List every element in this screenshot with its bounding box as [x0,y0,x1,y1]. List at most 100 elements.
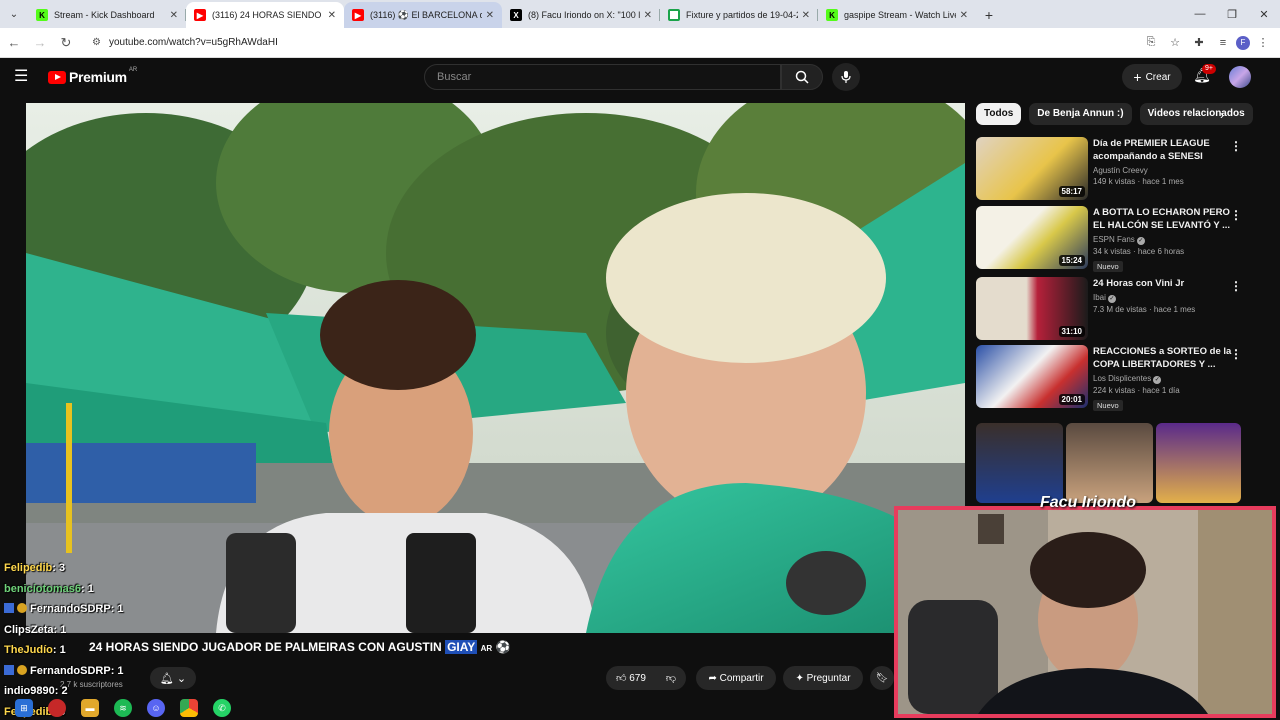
video-thumbnail[interactable]: 15:24 [976,206,1088,269]
back-icon[interactable]: ← [2,31,26,55]
voice-search-button[interactable] [832,63,860,91]
video-title[interactable]: 24 Horas con Vini Jr [1093,277,1233,290]
chat-message: FernandoSDRP: 1 [4,599,244,620]
close-tab-icon[interactable]: ✕ [328,10,336,21]
more-options-icon[interactable]: ⋮ [1230,347,1242,361]
video-title[interactable]: Día de PREMIER LEAGUE acompañando a SENE… [1093,137,1233,163]
app-icon[interactable] [48,699,66,717]
create-label: Crear [1145,71,1171,83]
ask-button[interactable]: ✦ Preguntar [783,666,863,690]
search-input[interactable]: Buscar [424,64,781,90]
create-button[interactable]: + Crear [1122,64,1182,90]
video-duration: 31:10 [1058,326,1085,337]
notifications-button[interactable]: 🔔︎ 9+ [1192,64,1216,87]
youtube-header: ☰ Premium AR Buscar + Crear 🔔︎ 9+ [0,58,1280,96]
chip-related[interactable]: Videos relacionados [1139,103,1253,125]
verified-icon: ✓ [1107,295,1116,303]
shorts-row [976,423,1244,503]
channel-name[interactable]: Ibai ✓ [1093,293,1233,303]
chrome-icon[interactable] [180,699,198,717]
browser-tab[interactable]: Fixture y partidos de 19-04-202 ✕ [660,2,818,28]
close-tab-icon[interactable]: ✕ [802,10,810,21]
file-explorer-icon[interactable]: ▬ [81,699,99,717]
more-options-icon[interactable]: ⋮ [1230,279,1242,293]
restore-icon[interactable]: ❐ [1216,0,1248,28]
forward-icon[interactable]: → [28,31,52,55]
browser-tab[interactable]: K Stream - Kick Dashboard ✕ [28,2,186,28]
chat-message: TheJudío: 1 [4,640,244,661]
tab-search-icon[interactable]: ⌄ [0,0,28,28]
close-tab-icon[interactable]: ✕ [644,10,652,21]
browser-tab[interactable]: X (8) Facu Iriondo on X: "100 like ✕ [502,2,660,28]
video-thumbnail[interactable]: 31:10 [976,277,1088,340]
discord-icon[interactable]: ☺ [147,699,165,717]
video-meta: 224 k vistas · hace 1 día [1093,386,1180,395]
more-options-icon[interactable]: ⋮ [1230,139,1242,153]
browser-tab[interactable]: ▶ (3116) ⚽ El BARCELONA de G ✕ [344,2,502,28]
close-tab-icon[interactable]: ✕ [486,10,494,21]
close-tab-icon[interactable]: ✕ [170,10,178,21]
recommendation-item[interactable]: 15:24 A BOTTA LO ECHARON PERO EL HALCÓN … [976,206,1246,272]
channel-name[interactable]: Agustín Creevy [1093,166,1233,175]
windows-start-icon[interactable]: ⊞ [15,699,33,717]
browser-tab-active[interactable]: ▶ (3116) 24 HORAS SIENDO JUGA ✕ [186,2,344,28]
recommendation-item[interactable]: 20:01 REACCIONES a SORTEO de la COPA LIB… [976,345,1246,411]
install-app-icon[interactable]: ⎘ [1140,32,1162,54]
menu-hamburger-icon[interactable]: ☰ [14,68,32,86]
age: hace 1 día [1142,386,1180,395]
more-options-icon[interactable]: ⋮ [1230,208,1242,222]
recommendation-item[interactable]: 58:17 Día de PREMIER LEAGUE acompañando … [976,137,1246,201]
short-thumbnail[interactable] [976,423,1063,503]
whatsapp-icon[interactable]: ✆ [213,699,231,717]
chevron-right-icon[interactable]: › [1220,108,1224,122]
short-thumbnail[interactable] [1066,423,1153,503]
site-info-icon[interactable]: ⚙ [92,37,101,48]
verified-icon: ✓ [1153,376,1162,384]
video-player[interactable] [26,103,965,633]
browser-menu-icon[interactable]: ⋮ [1252,32,1274,54]
share-button[interactable]: ➦ Compartir [696,666,776,690]
close-window-icon[interactable]: ✕ [1248,0,1280,28]
browser-tab[interactable]: K gaspipe Stream - Watch Live on ✕ [818,2,976,28]
chip-all[interactable]: Todos [976,103,1022,125]
channel-name[interactable]: Los Displicentes ✓ [1093,374,1233,384]
tab-title: gaspipe Stream - Watch Live on [844,10,956,20]
bookmark-star-icon[interactable]: ☆ [1164,32,1186,54]
video-title[interactable]: REACCIONES a SORTEO de la COPA LIBERTADO… [1093,345,1233,371]
extensions-icon[interactable]: ✚ [1188,32,1210,54]
moderator-badge-icon [4,664,14,675]
chat-text: : 1 [110,603,124,615]
youtube-logo[interactable]: Premium AR [48,67,137,85]
chat-text: : 3 [52,562,66,574]
chat-user: TheJudío [4,644,53,656]
video-thumbnail[interactable]: 20:01 [976,345,1088,408]
webcam-video [898,510,1272,714]
video-meta: 149 k vistas · hace 1 mes [1093,177,1184,186]
streamer-name: Facu Iriondo [1040,494,1136,511]
recommendation-item[interactable]: 31:10 24 Horas con Vini Jr Ibai ✓ 7.3 M d… [976,277,1246,341]
channel-name[interactable]: ESPN Fans ✓ [1093,235,1233,245]
like-button[interactable]: 👍︎ 679 [606,672,656,685]
minimize-icon[interactable]: — [1184,0,1216,28]
video-title[interactable]: A BOTTA LO ECHARON PERO EL HALCÓN SE LEV… [1093,206,1233,232]
dislike-button[interactable]: 👎︎ [656,672,686,684]
profile-avatar[interactable]: F [1236,35,1250,50]
spotify-icon[interactable]: ≋ [114,699,132,717]
views: 34 k vistas [1093,247,1131,256]
close-tab-icon[interactable]: ✕ [960,10,968,21]
filter-chips: Todos De Benja Annun :) Videos relaciona… [976,103,1261,125]
short-thumbnail[interactable] [1156,423,1242,503]
search-button[interactable] [781,64,823,90]
account-avatar[interactable] [1229,66,1251,88]
globe-icon [668,9,680,21]
reload-icon[interactable]: ↻ [54,31,78,55]
url-field[interactable]: ⚙ youtube.com/watch?v=u5gRhAWdaHI [84,32,1094,54]
like-dislike-group: 👍︎ 679 👎︎ [606,666,686,690]
chip-channel[interactable]: De Benja Annun :) [1029,103,1132,125]
video-thumbnail[interactable]: 58:17 [976,137,1088,200]
new-tab-button[interactable]: + [976,2,1002,28]
notification-count: 9+ [1202,64,1216,74]
microphone-icon [841,71,851,83]
media-control-icon[interactable]: ≡ [1212,32,1234,54]
tab-title: (8) Facu Iriondo on X: "100 like [528,10,640,20]
